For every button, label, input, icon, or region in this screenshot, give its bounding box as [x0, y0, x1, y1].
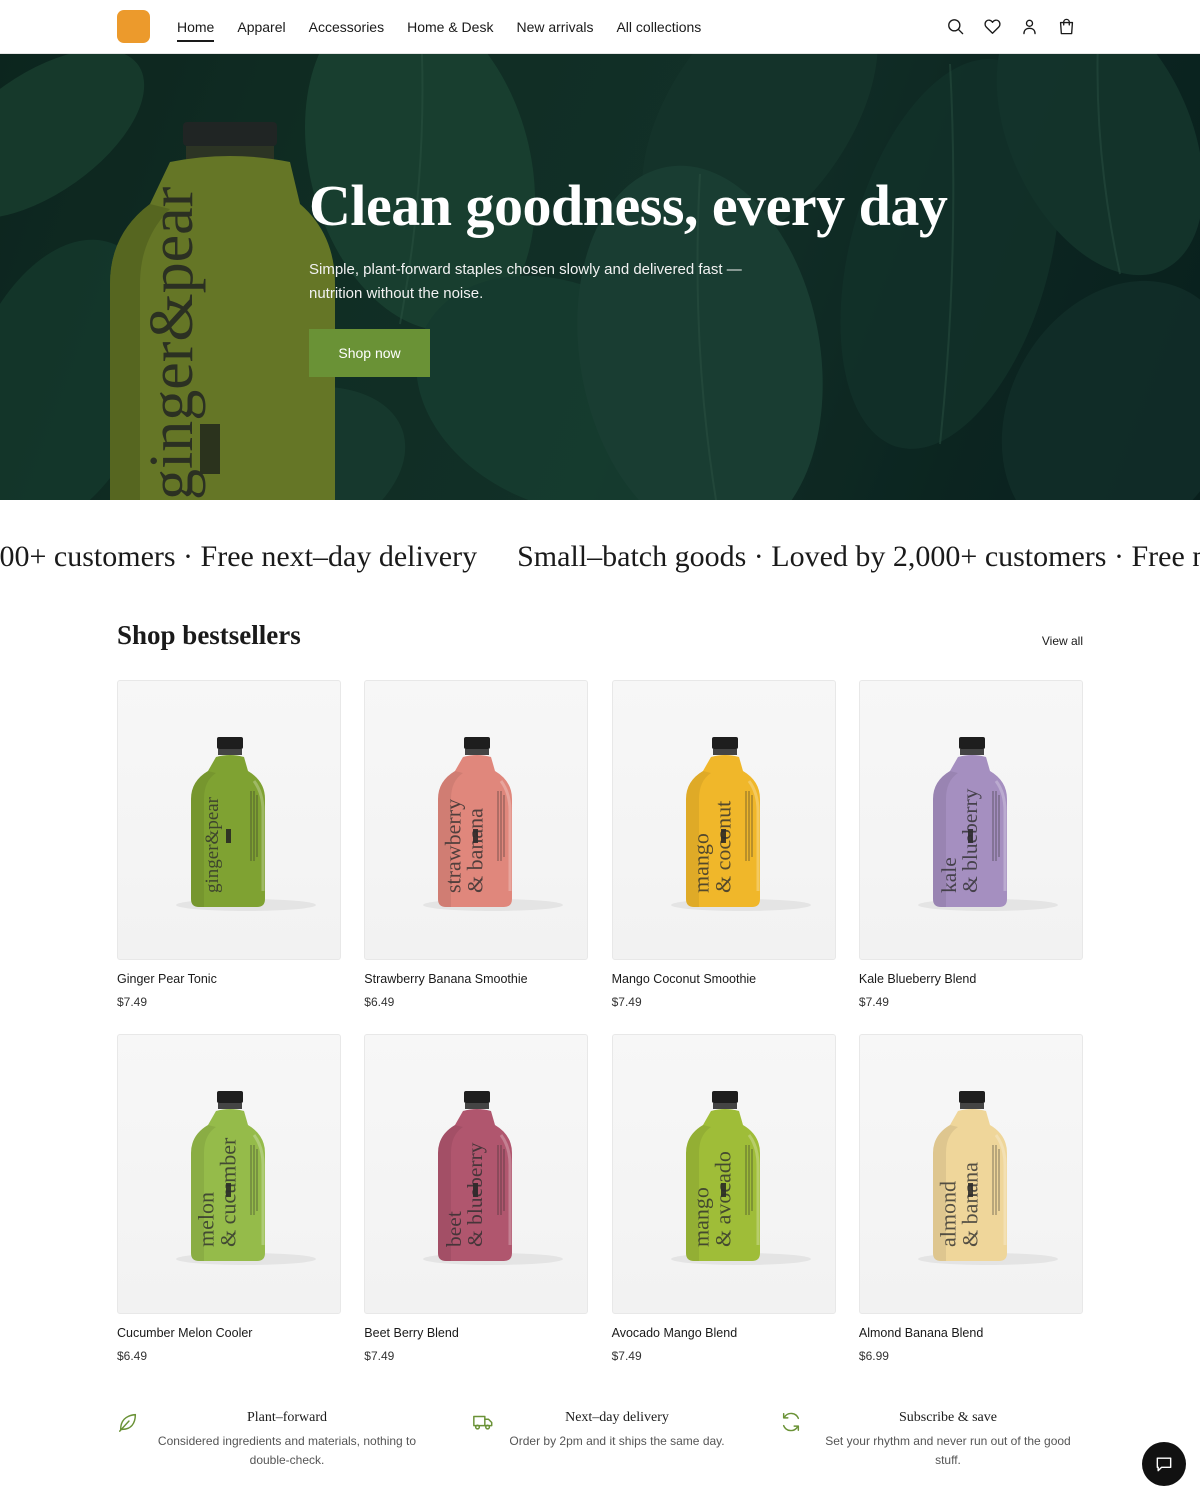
product-image[interactable]: melon & cucumber: [117, 1034, 341, 1314]
feature-desc: Order by 2pm and it ships the same day.: [509, 1434, 725, 1448]
nav-home-desk[interactable]: Home & Desk: [407, 0, 493, 54]
product-image[interactable]: mango & coconut: [611, 680, 836, 960]
search-icon[interactable]: [945, 16, 966, 37]
account-icon[interactable]: [1019, 16, 1040, 37]
product-name[interactable]: Mango Coconut Smoothie: [612, 972, 836, 986]
product-card[interactable]: strawberry & banana Strawberry Banana Smoo…: [364, 680, 589, 1010]
bottle-label-line-2: & banana: [958, 1162, 983, 1247]
bottle-label-line-2: & coconut: [710, 801, 735, 893]
feature-desc: Set your rhythm and never run out of the…: [825, 1434, 1071, 1467]
nav-new-arrivals[interactable]: New arrivals: [516, 0, 593, 54]
bottle-illustration: beet& blueberry: [423, 1091, 564, 1265]
view-all-link[interactable]: View all: [1042, 634, 1083, 648]
bottle-illustration: kale& blueberry: [917, 737, 1058, 911]
announcement-marquee: 2,000+ customers · Free next–day deliver…: [0, 540, 1200, 584]
product-image[interactable]: beet & blueberry: [364, 1034, 589, 1314]
product-name[interactable]: Beet Berry Blend: [364, 1326, 588, 1340]
site-header: Home Apparel Accessories Home & Desk New…: [0, 0, 1200, 54]
bottle-label-line-1: kale: [937, 857, 961, 893]
product-card[interactable]: melon & cucumber Cucumber Melon Cooler $6.4…: [117, 1034, 341, 1364]
hero-subtitle: Simple, plant-forward staples chosen slo…: [309, 261, 742, 302]
product-name[interactable]: Almond Banana Blend: [859, 1326, 1083, 1340]
feature-title: Subscribe & save: [899, 1410, 997, 1425]
marquee-track: 2,000+ customers · Free next–day deliver…: [0, 540, 1200, 574]
product-name[interactable]: Ginger Pear Tonic: [117, 972, 341, 986]
bottle-illustration: strawberry& banana: [423, 737, 564, 911]
feature-subscribe-save: Subscribe & save Set your rhythm and nev…: [780, 1405, 1083, 1475]
product-price: $6.99: [858, 1349, 889, 1363]
product-grid: ginger&pear Ginger Pear Tonic $7.49 strawbe…: [117, 680, 1083, 1364]
product-card[interactable]: ginger&pear Ginger Pear Tonic $7.49: [117, 680, 341, 1010]
nav-all-collections[interactable]: All collections: [616, 0, 701, 54]
bottle-label-line-1: beet: [442, 1211, 466, 1247]
product-card[interactable]: beet & blueberry Beet Berry Blend $7.49: [364, 1034, 589, 1364]
cart-icon[interactable]: [1056, 16, 1077, 37]
feature-plant-forward: Plant–forward Considered ingredients and…: [117, 1405, 437, 1475]
nav-apparel[interactable]: Apparel: [237, 0, 285, 54]
product-card[interactable]: mango & avocado Avocado Mango Blend $7.49: [611, 1034, 836, 1364]
nav-home[interactable]: Home: [177, 0, 215, 54]
bottle-label-line-2: & blueberry: [958, 788, 982, 893]
wishlist-heart-icon[interactable]: [982, 16, 1003, 37]
nav-accessories[interactable]: Accessories: [309, 0, 384, 54]
marquee-text-a: 2,000+ customers · Free next–day deliver…: [0, 540, 478, 573]
product-name[interactable]: Strawberry Banana Smoothie: [364, 972, 588, 986]
feature-title: Plant–forward: [246, 1410, 328, 1425]
store-logo[interactable]: [117, 10, 150, 43]
product-price: $6.49: [364, 995, 395, 1009]
bottle-illustration: mango& avocado: [670, 1091, 811, 1265]
bottle-label-line-1: ginger&pear: [202, 796, 223, 893]
bottle-illustration: melon& cucumber: [176, 1091, 316, 1265]
product-card[interactable]: almond & banana Almond Banana Blend $6.99: [858, 1034, 1083, 1364]
shop-now-button[interactable]: Shop now: [309, 329, 430, 377]
bottle-label-line-2: & avocado: [710, 1151, 735, 1247]
product-price: $7.49: [611, 1349, 642, 1363]
bottle-label-line-2: & blueberry: [463, 1142, 487, 1247]
bestsellers-title: Shop bestsellers: [117, 620, 301, 650]
chat-icon[interactable]: [1142, 1442, 1186, 1486]
feature-desc: Considered ingredients and materials, no…: [157, 1434, 417, 1467]
bottle-illustration: almond& banana: [917, 1091, 1058, 1265]
product-price: $7.49: [117, 995, 148, 1009]
features-row: Plant–forward Considered ingredients and…: [117, 1405, 1083, 1475]
product-price: $7.49: [858, 995, 889, 1009]
product-price: $7.49: [611, 995, 642, 1009]
product-image[interactable]: kale & blueberry: [858, 680, 1083, 960]
product-image[interactable]: almond & banana: [858, 1034, 1083, 1314]
hero-title: Clean goodness, every day: [309, 173, 948, 238]
feature-title: Next–day delivery: [565, 1410, 669, 1425]
product-image[interactable]: mango & avocado: [611, 1034, 836, 1314]
bottle-label-line-2: & banana: [463, 808, 488, 893]
product-image[interactable]: strawberry & banana: [364, 680, 589, 960]
product-price: $7.49: [364, 1349, 395, 1363]
main-nav: Home Apparel Accessories Home & Desk New…: [177, 0, 724, 54]
header-actions: [945, 16, 1077, 37]
product-card[interactable]: mango & coconut Mango Coconut Smoothie $7.4…: [611, 680, 836, 1010]
product-name[interactable]: Cucumber Melon Cooler: [117, 1326, 341, 1340]
product-image[interactable]: ginger&pear: [117, 680, 341, 960]
marquee-text-b: Small–batch goods · Loved by 2,000+ cust…: [517, 540, 1200, 573]
bottle-illustration: mango& coconut: [670, 737, 811, 911]
product-name[interactable]: Avocado Mango Blend: [612, 1326, 836, 1340]
feature-next-day-delivery: Next–day delivery Order by 2pm and it sh…: [472, 1405, 772, 1475]
product-price: $6.49: [117, 1349, 148, 1363]
product-name[interactable]: Kale Blueberry Blend: [859, 972, 1083, 986]
bottle-illustration: ginger&pear: [176, 737, 316, 911]
hero-banner: ginger&pear Clean goodness, every day Si…: [0, 54, 1200, 500]
product-card[interactable]: kale & blueberry Kale Blueberry Blend $7.49: [858, 680, 1083, 1010]
bottle-label-line-2: & cucumber: [216, 1137, 241, 1247]
